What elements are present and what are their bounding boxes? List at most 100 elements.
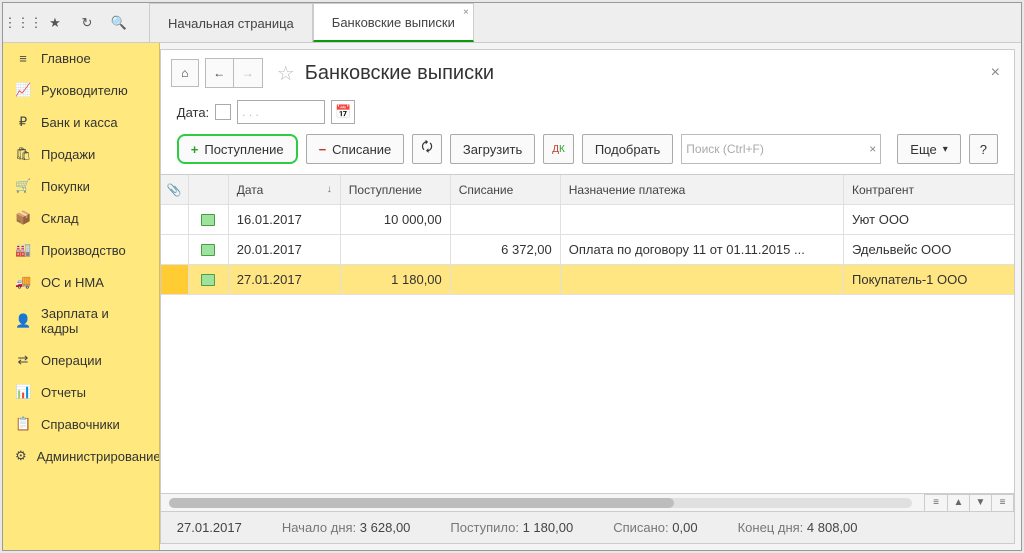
plus-icon: + — [191, 142, 199, 157]
status-start-label: Начало дня: — [282, 520, 356, 535]
button-label: Поступление — [204, 142, 283, 157]
sidebar-item-bank[interactable]: ₽Банк и касса — [3, 106, 159, 138]
tab-home[interactable]: Начальная страница — [149, 3, 313, 42]
pick-button[interactable]: Подобрать — [582, 134, 673, 164]
sidebar-item-label: Продажи — [41, 147, 95, 162]
minus-icon: − — [319, 142, 327, 157]
swap-icon: ⇄ — [15, 352, 31, 368]
grid-header: 📎 Дата↓ Поступление Списание Назначение … — [161, 175, 1014, 205]
load-button[interactable]: Загрузить — [450, 134, 535, 164]
ruble-icon: ₽ — [15, 114, 31, 130]
gear-icon: ⚙ — [15, 448, 27, 464]
sidebar-item-assets[interactable]: 🚚 ОС и НМА — [3, 266, 159, 298]
forward-button[interactable]: → — [234, 59, 262, 87]
nav-first-icon[interactable]: ≡ — [925, 495, 947, 511]
nav-last-icon[interactable]: ≡ — [991, 495, 1013, 511]
status-in-label: Поступило: — [450, 520, 519, 535]
cell-out: 6 372,00 — [451, 235, 561, 264]
col-counterparty[interactable]: Контрагент — [844, 175, 1014, 204]
clear-icon[interactable]: × — [869, 142, 876, 156]
col-icon[interactable] — [189, 175, 229, 204]
grid-scrollbar[interactable]: ≡ ▲ ▼ ≡ — [161, 493, 1014, 511]
date-checkbox[interactable] — [215, 104, 231, 120]
sidebar-item-operations[interactable]: ⇄ Операции — [3, 344, 159, 376]
status-end-label: Конец дня: — [738, 520, 804, 535]
status-start: 3 628,00 — [360, 520, 411, 535]
sidebar: ≡Главное 📈Руководителю ₽Банк и касса 🛍Пр… — [3, 43, 160, 550]
receipt-button[interactable]: + Поступление — [177, 134, 298, 164]
status-out-label: Списано: — [613, 520, 668, 535]
sidebar-item-admin[interactable]: ⚙ Администрирование — [3, 440, 159, 472]
box-icon: 📦 — [15, 210, 31, 226]
sidebar-item-sales[interactable]: 🛍Продажи — [3, 138, 159, 170]
doc-ok-icon — [201, 244, 215, 256]
content-header: ⌂ ← → ☆ Банковские выписки × — [161, 50, 1014, 96]
date-input[interactable]: . . . — [237, 100, 325, 124]
cart-icon: 🛒 — [15, 178, 31, 194]
back-button[interactable]: ← — [206, 59, 234, 87]
close-icon[interactable]: × — [463, 7, 469, 18]
person-icon: 👤 — [15, 313, 31, 329]
col-receipt[interactable]: Поступление — [341, 175, 451, 204]
tab-label: Начальная страница — [168, 16, 294, 31]
button-label: Загрузить — [463, 142, 522, 157]
cell-date: 20.01.2017 — [229, 235, 341, 264]
calendar-icon[interactable]: 📅 — [331, 100, 355, 124]
table-row[interactable]: 27.01.2017 1 180,00 Покупатель-1 ООО — [161, 265, 1014, 295]
doc-ok-icon — [201, 214, 215, 226]
sidebar-item-reports[interactable]: 📊Отчеты — [3, 376, 159, 408]
col-attachment[interactable]: 📎 — [161, 175, 189, 204]
sidebar-item-label: Операции — [41, 353, 102, 368]
cell-in — [341, 235, 451, 264]
sidebar-item-main[interactable]: ≡Главное — [3, 43, 159, 74]
col-purpose[interactable]: Назначение платежа — [561, 175, 844, 204]
col-writeoff[interactable]: Списание — [451, 175, 561, 204]
more-button[interactable]: Еще ▾ — [897, 134, 960, 164]
search-input[interactable]: Поиск (Ctrl+F)× — [681, 134, 881, 164]
sidebar-item-hr[interactable]: 👤Зарплата и кадры — [3, 298, 159, 344]
sidebar-item-label: Администрирование — [37, 449, 160, 464]
sidebar-item-label: ОС и НМА — [41, 275, 104, 290]
table-row[interactable]: 16.01.2017 10 000,00 Уют ООО — [161, 205, 1014, 235]
app-window: ⋮⋮⋮ ★ ↻ 🔍 Начальная страница Банковские … — [2, 2, 1022, 551]
cell-ctr: Уют ООО — [844, 205, 1014, 234]
table-row[interactable]: 20.01.2017 6 372,00 Оплата по договору 1… — [161, 235, 1014, 265]
chevron-down-icon: ▾ — [943, 144, 948, 155]
sidebar-item-production[interactable]: 🏭Производство — [3, 234, 159, 266]
apps-icon[interactable]: ⋮⋮⋮ — [9, 9, 37, 37]
doc-ok-icon — [201, 274, 215, 286]
sidebar-item-label: Главное — [41, 51, 91, 66]
sort-down-icon: ↓ — [327, 184, 332, 195]
nav-down-icon[interactable]: ▼ — [969, 495, 991, 511]
factory-icon: 🏭 — [15, 242, 31, 258]
sidebar-item-warehouse[interactable]: 📦 Склад — [3, 202, 159, 234]
nav-up-icon[interactable]: ▲ — [947, 495, 969, 511]
tab-bank-statements[interactable]: Банковские выписки × — [313, 3, 474, 42]
cell-out — [451, 205, 561, 234]
refresh-button[interactable]: 🗘 — [412, 134, 442, 164]
cell-in: 1 180,00 — [341, 265, 451, 294]
button-label: Подобрать — [595, 142, 660, 157]
cell-purp — [561, 205, 844, 234]
button-label: Еще — [910, 142, 936, 157]
sidebar-item-manager[interactable]: 📈Руководителю — [3, 74, 159, 106]
cell-out — [451, 265, 561, 294]
favorite-icon[interactable]: ☆ — [277, 61, 295, 86]
star-icon[interactable]: ★ — [41, 9, 69, 37]
top-toolbar: ⋮⋮⋮ ★ ↻ 🔍 Начальная страница Банковские … — [3, 3, 1021, 43]
cell-ctr: Эдельвейс ООО — [844, 235, 1014, 264]
sidebar-item-catalogs[interactable]: 📋Справочники — [3, 408, 159, 440]
sidebar-item-purchases[interactable]: 🛒Покупки — [3, 170, 159, 202]
history-icon[interactable]: ↻ — [73, 9, 101, 37]
home-button[interactable]: ⌂ — [171, 59, 199, 87]
cell-date: 16.01.2017 — [229, 205, 341, 234]
search-icon[interactable]: 🔍 — [105, 9, 133, 37]
cell-in: 10 000,00 — [341, 205, 451, 234]
sidebar-item-label: Склад — [41, 211, 79, 226]
truck-icon: 🚚 — [15, 274, 31, 290]
dk-button[interactable]: ДК — [543, 134, 574, 164]
help-button[interactable]: ? — [969, 134, 998, 164]
col-date[interactable]: Дата↓ — [229, 175, 341, 204]
close-page-button[interactable]: × — [987, 64, 1004, 82]
writeoff-button[interactable]: −Списание — [306, 134, 405, 164]
